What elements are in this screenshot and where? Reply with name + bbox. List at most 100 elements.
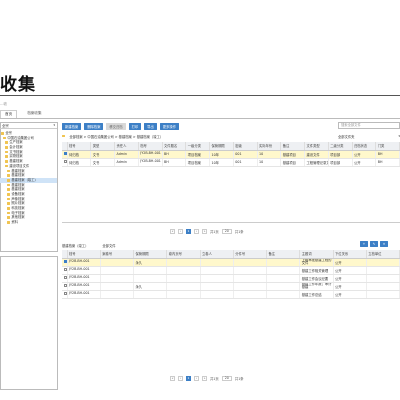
toolbar-button[interactable]: 移交归档 [106, 122, 126, 130]
column-header[interactable]: 立卷人 [200, 250, 234, 259]
folder-icon [5, 155, 9, 159]
column-header[interactable]: 实际年份 [257, 142, 282, 151]
tab-home[interactable]: 首页 [0, 110, 18, 118]
table-cell: 项目部 [328, 158, 353, 167]
tree-item[interactable]: 资料 [0, 220, 57, 225]
column-header[interactable]: 下位关系 [333, 250, 367, 259]
table-row[interactable]: JY2B-BH-001 永久 基建工作年报；审计基建 公开 [62, 282, 400, 291]
table-cell [200, 258, 234, 267]
row-checkbox[interactable] [63, 152, 66, 155]
row-checkbox[interactable] [63, 160, 66, 163]
table-row[interactable]: JY2B-BH-001 基建工作相关管理 公开 [62, 266, 400, 275]
toolbar-button[interactable]: 导出 [144, 122, 157, 130]
column-header[interactable]: 卷内页号 [166, 250, 201, 259]
column-header[interactable]: 二级分类 [328, 142, 353, 151]
pager-first[interactable]: « [170, 376, 175, 381]
pager-next[interactable]: › [194, 229, 199, 234]
folder-select[interactable]: 全部文件夹 ▾ [338, 133, 400, 139]
table-cell [166, 274, 201, 283]
pager-summary: 共1条 [234, 377, 244, 381]
pager-current[interactable]: 1 [186, 229, 191, 234]
pager-current[interactable]: 1 [186, 376, 191, 381]
chevron-down-icon: ▾ [53, 123, 55, 127]
pager-next[interactable]: › [194, 376, 199, 381]
column-header[interactable]: 归档状态 [352, 142, 377, 151]
lower-category-select[interactable]: 基建档案（竣工） [62, 243, 88, 248]
column-header[interactable]: 保管期限 [209, 142, 234, 151]
folder-icon [7, 183, 11, 187]
column-header[interactable]: 保管期限 [133, 250, 168, 259]
column-header[interactable]: 类型 [90, 142, 115, 151]
table-cell: 建设文件 [304, 150, 329, 159]
pager-first[interactable]: « [170, 229, 175, 234]
toolbar: 新建档案 删除档案 移交归档 打印 导出 更多操作 [62, 122, 179, 130]
toolbar-button[interactable]: 打印 [128, 122, 142, 130]
table-cell [166, 258, 201, 267]
column-header[interactable]: 文件类型 [304, 142, 329, 151]
table-cell: 公开 [333, 282, 367, 291]
table-row[interactable]: JY2B-BH-001 基建工作总结 公开 [62, 290, 400, 299]
row-checkbox[interactable] [63, 292, 66, 295]
column-header[interactable]: 档号 [67, 142, 92, 151]
table-cell [233, 258, 268, 267]
row-checkbox[interactable] [63, 284, 66, 287]
table-cell [266, 274, 301, 283]
column-header[interactable]: 备注 [266, 250, 301, 259]
table-cell: JY2B-BH-001 [67, 266, 101, 275]
folder-icon [7, 207, 11, 210]
row-checkbox[interactable] [63, 260, 66, 263]
pager-prev[interactable]: ‹ [178, 376, 183, 381]
pager-last[interactable]: » [202, 376, 207, 381]
table-row[interactable]: JY2B-BH-001 永久 上级审批基建工程的文件 公开 [62, 258, 400, 267]
column-header[interactable]: 责任人 [114, 142, 139, 151]
folder-icon [5, 164, 9, 168]
table-row[interactable]: 待归档 文书 Admin JY2B-BH-001 BH 项目档案 10年 001 10 基建项目建… [62, 150, 400, 159]
table-cell: 基建工作总结 [299, 290, 334, 299]
table-row[interactable]: JY2B-BH-001 基建工作会议纪要 公开 [62, 274, 400, 283]
delete-icon[interactable]: ✕ [380, 241, 388, 247]
table-cell [366, 282, 400, 291]
table-cell: 基建项目 [280, 150, 305, 159]
row-checkbox[interactable] [63, 268, 66, 271]
edit-icon[interactable]: ✎ [370, 241, 378, 247]
folder-select-value: 全部文件夹 [338, 134, 355, 139]
column-header[interactable]: 分件号 [233, 250, 268, 259]
pager-prev[interactable]: ‹ [178, 229, 183, 234]
table-cell [100, 258, 135, 267]
column-header[interactable]: 文件题名 [162, 142, 187, 151]
table-cell: BH [375, 150, 400, 159]
breadcrumb-path[interactable]: 全部档案 > 中国石油集团公司 > 基建档案 > 基建档案（竣工） [69, 134, 163, 139]
pager-total: 共1页 [210, 377, 219, 381]
column-header[interactable]: 档号 [67, 250, 101, 259]
column-header[interactable]: 备注 [280, 142, 305, 151]
pager-size-select[interactable]: 20 [221, 229, 232, 234]
column-header[interactable]: 档号 [138, 142, 163, 151]
search-input[interactable]: 搜索全部文件 [338, 122, 400, 129]
table-cell [166, 290, 201, 299]
table-cell: JY2B-BH-001 [67, 258, 101, 267]
column-header[interactable]: 密级 [233, 142, 258, 151]
column-header[interactable]: 立档单位 [366, 250, 400, 259]
toolbar-button[interactable]: 新建档案 [62, 122, 82, 130]
column-header[interactable]: 门类 [375, 142, 400, 151]
folder-icon [7, 192, 11, 196]
table-row[interactable]: 待归档 文书 Admin JY2B-BH-001 BH 项目档案 10年 001 10 基建项目工… [62, 158, 400, 167]
pager-last[interactable]: » [202, 229, 207, 234]
toolbar-button[interactable]: 删除档案 [84, 122, 104, 130]
column-header[interactable]: 案卷号 [100, 250, 135, 259]
add-icon[interactable]: + [360, 241, 368, 247]
table-cell: 10 [257, 150, 282, 159]
table-cell: 10年 [209, 158, 234, 167]
table-cell: Admin [114, 150, 139, 159]
table-cell [166, 282, 201, 291]
tree-fonds-select[interactable]: 全宗 ▾ [0, 122, 57, 129]
pager-size-select[interactable]: 20 [221, 376, 232, 381]
lower-category-hint[interactable]: 全部文件 [102, 243, 115, 248]
column-header[interactable]: 主题词 [299, 250, 334, 259]
table-cell [266, 266, 301, 275]
toolbar-button[interactable]: 更多操作 [159, 122, 179, 130]
column-header[interactable]: 一级分类 [185, 142, 210, 151]
row-checkbox[interactable] [63, 276, 66, 279]
tab-collect[interactable]: 档案收集 [23, 110, 46, 118]
table-cell [233, 274, 268, 283]
